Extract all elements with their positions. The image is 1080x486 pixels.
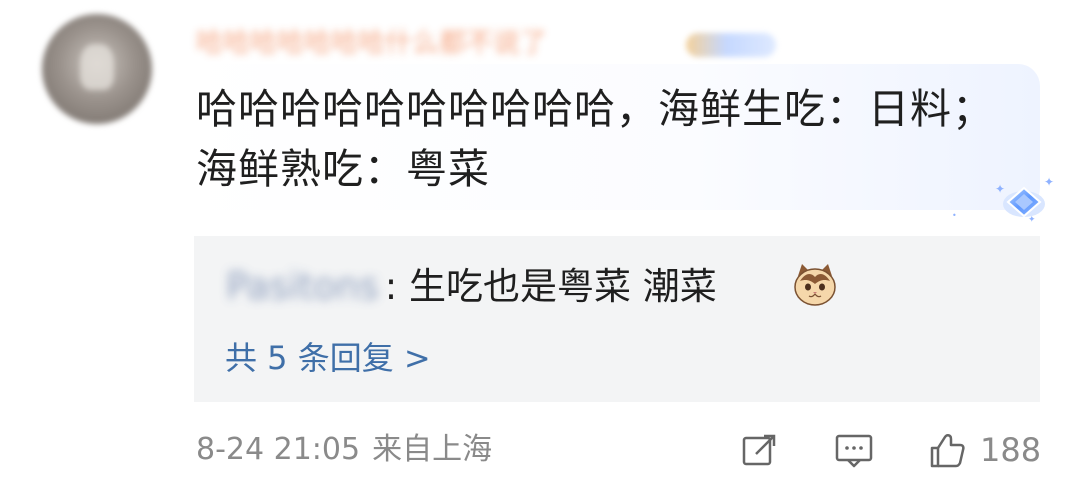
comment-timestamp: 8-24 21:05 [196, 432, 361, 467]
like-icon[interactable] [924, 428, 968, 472]
comment-text: 哈哈哈哈哈哈哈哈哈哈，海鲜生吃：日料；海鲜熟吃：粤菜 [196, 85, 994, 193]
comment-icon[interactable] [832, 428, 876, 472]
share-icon[interactable] [738, 428, 782, 472]
comment-author-name[interactable]: 哈哈哈哈哈哈哈什么都不说了 [196, 29, 547, 59]
sparkle-icon: • [952, 211, 957, 220]
avatar[interactable] [42, 14, 152, 124]
reply-line: Pasitons: 生吃也是粤菜 潮菜 [226, 262, 717, 312]
reply-text: : 生吃也是粤菜 潮菜 [384, 265, 717, 308]
cat-emoji [794, 264, 836, 306]
like-count: 188 [980, 431, 1042, 469]
reply-author-name[interactable]: Pasitons [226, 262, 379, 312]
comment-meta: 8-24 21:05 来自上海 [196, 430, 492, 470]
more-replies-link[interactable]: 共 5 条回复 > [225, 336, 431, 380]
avatar-figure [80, 44, 114, 90]
member-badge [686, 33, 776, 57]
comment-location: 来自上海 [372, 432, 493, 467]
diamond-gem-icon [1003, 186, 1045, 218]
